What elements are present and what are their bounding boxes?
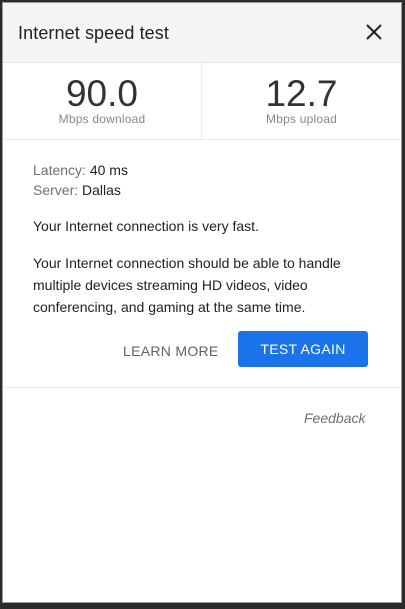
download-speed-unit: Mbps download xyxy=(58,112,146,126)
dialog-header: Internet speed test xyxy=(3,3,401,63)
result-details: Latency: 40 ms Server: Dallas Your Inter… xyxy=(33,160,373,315)
upload-speed-unit: Mbps upload xyxy=(266,112,337,126)
speed-summary: Your Internet connection is very fast. xyxy=(33,218,259,234)
latency-line: Latency: 40 ms xyxy=(33,160,373,180)
close-icon xyxy=(366,24,382,40)
upload-speed-value: 12.7 xyxy=(265,73,338,114)
test-again-button[interactable]: TEST AGAIN xyxy=(238,331,368,367)
upload-result: 12.7 Mbps upload xyxy=(202,63,401,139)
download-result: 90.0 Mbps download xyxy=(3,63,202,139)
speed-test-dialog: Internet speed test 90.0 Mbps download 1… xyxy=(2,2,402,603)
server-value: Dallas xyxy=(82,182,121,198)
learn-more-button[interactable]: LEARN MORE xyxy=(123,343,219,359)
latency-label: Latency: xyxy=(33,162,86,178)
server-line: Server: Dallas xyxy=(33,180,373,200)
speed-results: 90.0 Mbps download 12.7 Mbps upload xyxy=(3,63,401,140)
speed-description: Your Internet connection should be able … xyxy=(33,255,341,315)
footer-divider xyxy=(3,387,401,388)
server-label: Server: xyxy=(33,182,79,198)
screen-frame: Internet speed test 90.0 Mbps download 1… xyxy=(0,0,405,609)
download-speed-value: 90.0 xyxy=(65,73,138,114)
dialog-title: Internet speed test xyxy=(18,23,169,43)
latency-value: 40 ms xyxy=(89,162,128,178)
close-button[interactable] xyxy=(359,17,389,47)
feedback-link[interactable]: Feedback xyxy=(304,410,365,426)
